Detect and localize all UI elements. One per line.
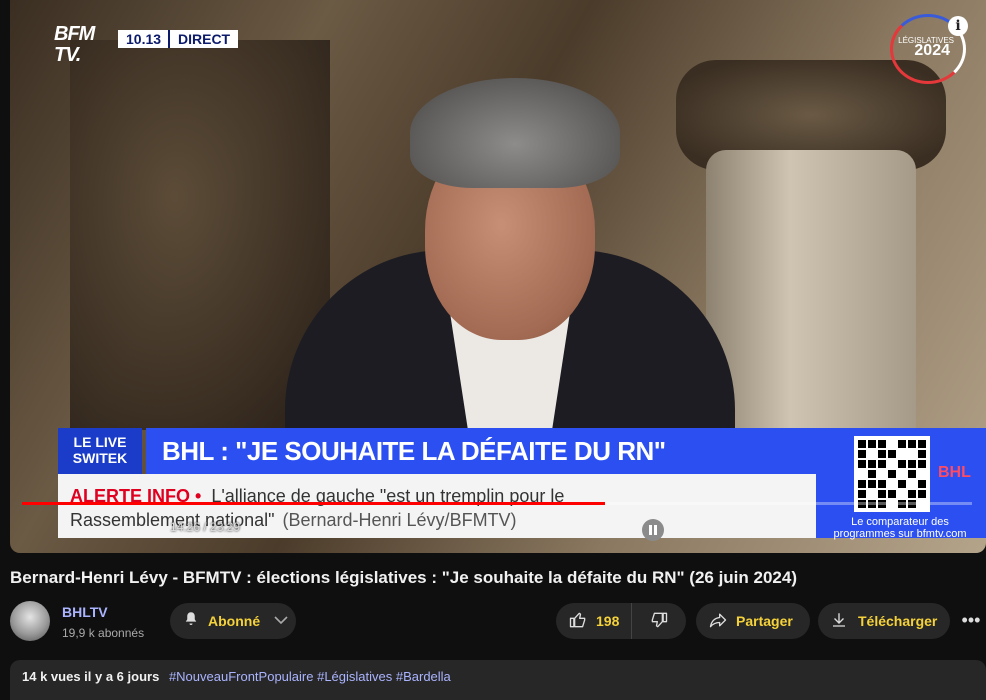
timecode: 14:26 / 23:29 xyxy=(170,520,241,534)
views-and-date: 14 k vues il y a 6 jours xyxy=(22,669,160,684)
like-button[interactable]: 198 xyxy=(556,603,632,639)
description-meta-line: 14 k vues il y a 6 jours #NouveauFrontPo… xyxy=(22,669,451,684)
qr-code xyxy=(854,436,930,512)
download-label: Télécharger xyxy=(858,613,938,629)
chevron-down-icon xyxy=(274,614,288,628)
broadcast-clock: 10.13 xyxy=(118,30,170,48)
dislike-button[interactable] xyxy=(632,610,686,633)
more-actions-button[interactable]: ••• xyxy=(956,603,986,639)
bell-icon xyxy=(182,610,200,633)
bhl-mark: BHL xyxy=(938,464,971,481)
elections-logo-year: 2024 xyxy=(914,42,950,59)
download-icon xyxy=(830,611,848,632)
video-player[interactable]: BFM TV. 10.13 DIRECT LÉGISLATIVES 2024 i… xyxy=(10,0,986,553)
thumbs-down-icon xyxy=(649,612,669,633)
background-column xyxy=(706,150,916,450)
banner-headline: BHL : "JE SOUHAITE LA DÉFAITE DU RN" xyxy=(146,428,816,474)
alert-credit: (Bernard-Henri Lévy/BFMTV) xyxy=(282,510,517,530)
qr-caption: Le comparateur des programmes sur bfmtv.… xyxy=(833,516,967,540)
progress-fill xyxy=(22,502,606,505)
info-icon[interactable]: i xyxy=(948,16,968,36)
hashtags[interactable]: #NouveauFrontPopulaire #Législatives #Ba… xyxy=(169,669,451,684)
share-arrow-icon xyxy=(708,610,728,633)
channel-name[interactable]: BHLTV xyxy=(62,604,108,620)
subscribed-button[interactable]: Abonné xyxy=(170,603,296,639)
channel-avatar[interactable] xyxy=(10,601,50,641)
thumbs-up-icon xyxy=(568,610,588,633)
banner-show-tag: LE LIVE SWITEK xyxy=(58,428,142,474)
live-badge: DIRECT xyxy=(168,30,239,48)
subscribed-label: Abonné xyxy=(208,613,261,629)
like-count: 198 xyxy=(596,613,620,629)
share-button[interactable]: Partager xyxy=(696,603,810,639)
progress-bar[interactable] xyxy=(22,502,972,505)
speaker-figure xyxy=(285,60,735,450)
download-button[interactable]: Télécharger xyxy=(818,603,950,639)
subscriber-count: 19,9 k abonnés xyxy=(62,626,145,640)
video-title: Bernard-Henri Lévy - BFMTV : élections l… xyxy=(10,568,797,587)
more-horizontal-icon: ••• xyxy=(961,610,981,630)
bfmtv-logo: BFM TV. xyxy=(54,23,95,66)
pause-button[interactable] xyxy=(642,519,664,541)
like-dislike-group: 198 xyxy=(556,603,686,639)
qr-panel: BHL Le comparateur des programmes sur bf… xyxy=(816,428,986,540)
share-label: Partager xyxy=(736,613,793,629)
